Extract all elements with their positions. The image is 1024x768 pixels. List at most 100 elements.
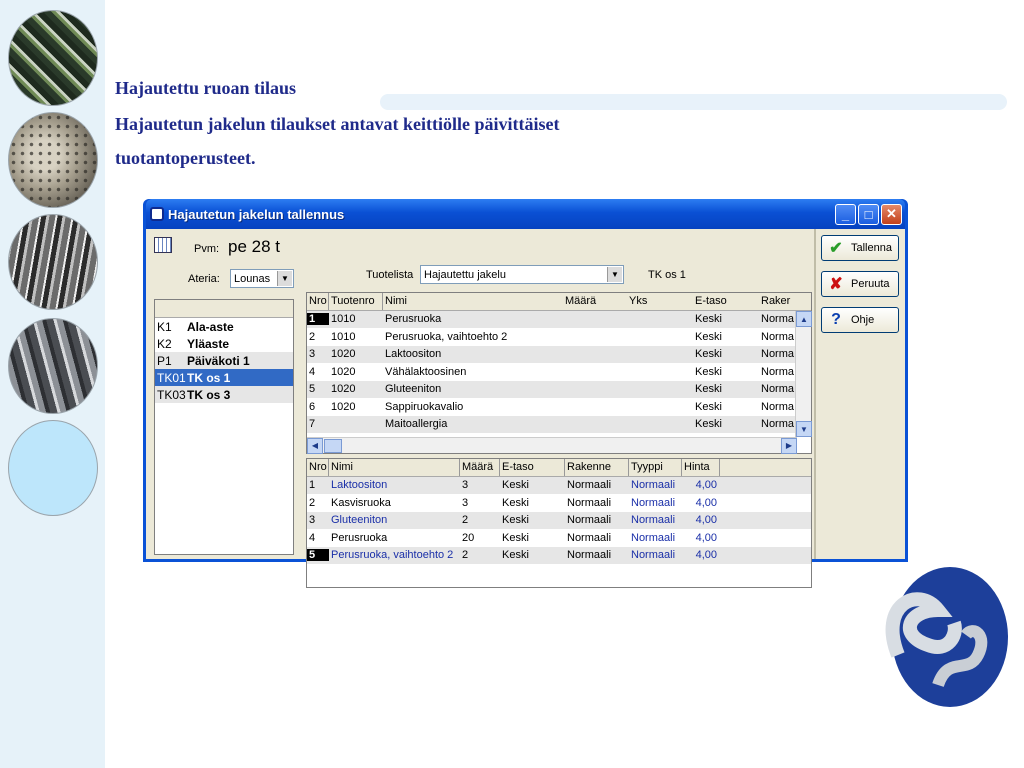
column-header[interactable]: Määrä bbox=[563, 293, 627, 310]
table-cell[interactable]: Perusruoka, vaihtoehto 2 bbox=[383, 331, 627, 343]
column-header[interactable]: E-taso bbox=[693, 293, 759, 310]
close-button[interactable]: ✕ bbox=[881, 203, 902, 225]
table-row[interactable]: 5 Perusruoka, vaihtoehto 2 2 Keski Normaali N… bbox=[307, 546, 811, 564]
scroll-up-icon[interactable]: ▲ bbox=[796, 311, 812, 327]
table-cell[interactable]: Norma bbox=[759, 366, 795, 378]
column-header[interactable]: Yks bbox=[627, 293, 693, 310]
table-cell[interactable]: 1020 bbox=[329, 401, 383, 413]
table-cell[interactable]: 3 bbox=[460, 497, 500, 509]
table-cell[interactable]: 4,00 bbox=[682, 479, 720, 491]
table-cell[interactable]: Norma bbox=[759, 348, 795, 360]
table-cell[interactable]: 2 bbox=[460, 549, 500, 561]
table-cell[interactable]: 7 bbox=[307, 418, 329, 430]
table-cell[interactable]: Keski bbox=[500, 497, 565, 509]
save-button[interactable]: ✔ Tallenna bbox=[821, 235, 899, 261]
table-cell[interactable]: Normaali bbox=[629, 497, 682, 509]
table-cell[interactable]: Keski bbox=[693, 418, 759, 430]
table-cell[interactable]: Normaali bbox=[565, 532, 629, 544]
table-cell[interactable]: Keski bbox=[693, 331, 759, 343]
scroll-track[interactable] bbox=[796, 327, 811, 421]
table-cell[interactable]: 4 bbox=[307, 532, 329, 544]
table-cell[interactable]: 1010 bbox=[329, 331, 383, 343]
table-row[interactable]: 4 1020 Vähälaktoosinen Keski Norma bbox=[307, 363, 811, 381]
table-cell[interactable]: Keski bbox=[693, 313, 759, 325]
list-item[interactable]: K2 Yläaste bbox=[155, 335, 293, 352]
vertical-scrollbar[interactable]: ▲ ▼ bbox=[795, 311, 812, 437]
table-row[interactable]: 7 Maitoallergia Keski Norma bbox=[307, 415, 811, 433]
table-cell[interactable]: 2 bbox=[307, 331, 329, 343]
table-cell[interactable]: Vähälaktoosinen bbox=[383, 366, 627, 378]
table-cell[interactable]: Keski bbox=[500, 514, 565, 526]
table-cell[interactable]: Normaali bbox=[565, 497, 629, 509]
table-cell[interactable]: Normaali bbox=[629, 479, 682, 491]
table-cell[interactable]: Normaali bbox=[629, 514, 682, 526]
table-cell[interactable]: 1020 bbox=[329, 366, 383, 378]
table-cell[interactable]: Keski bbox=[500, 532, 565, 544]
minimize-button[interactable]: _ bbox=[835, 203, 856, 225]
table-cell[interactable]: 4,00 bbox=[682, 532, 720, 544]
table-cell[interactable]: Maitoallergia bbox=[383, 418, 627, 430]
table-cell[interactable]: 1020 bbox=[329, 348, 383, 360]
chevron-down-icon[interactable]: ▼ bbox=[607, 267, 622, 282]
table-cell[interactable]: Sappiruokavalio bbox=[383, 401, 627, 413]
table-row[interactable]: 6 1020 Sappiruokavalio Keski Norma bbox=[307, 398, 811, 416]
table-cell[interactable]: Norma bbox=[759, 313, 795, 325]
table-cell[interactable]: 2 bbox=[460, 514, 500, 526]
table-cell[interactable]: 2 bbox=[307, 497, 329, 509]
table-cell[interactable]: Norma bbox=[759, 383, 795, 395]
table-cell[interactable]: Perusruoka bbox=[383, 313, 627, 325]
table-cell[interactable]: Normaali bbox=[565, 514, 629, 526]
table-cell[interactable]: 4 bbox=[307, 366, 329, 378]
pvm-value[interactable]: pe 28 t bbox=[228, 237, 280, 257]
column-header[interactable]: Tuotenro bbox=[329, 293, 383, 310]
column-header[interactable]: Nimi bbox=[383, 293, 563, 310]
table-cell[interactable]: Keski bbox=[500, 479, 565, 491]
list-item[interactable]: TK03 TK os 3 bbox=[155, 386, 293, 403]
column-header[interactable]: Nro bbox=[307, 293, 329, 310]
table-cell[interactable]: Normaali bbox=[629, 549, 682, 561]
table-cell[interactable]: Gluteeniton bbox=[329, 514, 460, 526]
table-row[interactable]: 2 Kasvisruoka 3 Keski Normaali Normaali 4,00 bbox=[307, 494, 811, 512]
list-item[interactable]: P1 Päiväkoti 1 bbox=[155, 352, 293, 369]
table-row[interactable]: 3 Gluteeniton 2 Keski Normaali Normaali 4,00 bbox=[307, 511, 811, 529]
scroll-down-icon[interactable]: ▼ bbox=[796, 421, 812, 437]
table-cell[interactable]: Keski bbox=[693, 348, 759, 360]
table-row[interactable]: 2 1010 Perusruoka, vaihtoehto 2 Keski Norma bbox=[307, 328, 811, 346]
product-grid[interactable]: Nro Tuotenro Nimi Määrä Yks E-taso Raker… bbox=[306, 292, 812, 454]
table-cell[interactable]: 3 bbox=[307, 514, 329, 526]
table-row[interactable]: 4 Perusruoka 20 Keski Normaali Normaali 4,00 bbox=[307, 529, 811, 547]
table-cell[interactable]: 5 bbox=[307, 383, 329, 395]
table-cell[interactable]: Gluteeniton bbox=[383, 383, 627, 395]
column-header[interactable]: Nimi bbox=[329, 459, 460, 476]
table-cell[interactable]: 3 bbox=[307, 348, 329, 360]
list-item[interactable]: K1 Ala-aste bbox=[155, 318, 293, 335]
maximize-button[interactable]: □ bbox=[858, 203, 879, 225]
list-item-selected[interactable]: TK01 TK os 1 bbox=[155, 369, 293, 386]
site-list[interactable]: K1 Ala-aste K2 Yläaste P1 Päiväkoti 1 TK… bbox=[154, 299, 294, 555]
table-cell[interactable]: 4,00 bbox=[682, 497, 720, 509]
column-header[interactable]: Tyyppi bbox=[629, 459, 682, 476]
table-cell[interactable]: Keski bbox=[693, 401, 759, 413]
column-header[interactable]: Raker bbox=[759, 293, 795, 310]
table-row[interactable]: 1 1010 Perusruoka Keski Norma bbox=[307, 310, 811, 328]
column-header[interactable]: E-taso bbox=[500, 459, 565, 476]
table-cell[interactable]: Laktoositon bbox=[383, 348, 627, 360]
table-cell[interactable]: 1 bbox=[307, 479, 329, 491]
table-cell[interactable]: Norma bbox=[759, 401, 795, 413]
horizontal-scrollbar[interactable]: ◀ ▶ bbox=[307, 437, 797, 454]
table-cell[interactable]: Normaali bbox=[565, 479, 629, 491]
table-row[interactable]: 5 1020 Gluteeniton Keski Norma bbox=[307, 380, 811, 398]
help-button[interactable]: ? Ohje bbox=[821, 307, 899, 333]
table-cell[interactable]: Keski bbox=[693, 383, 759, 395]
table-cell[interactable]: 3 bbox=[460, 479, 500, 491]
table-cell[interactable]: Keski bbox=[693, 366, 759, 378]
column-header[interactable]: Hinta bbox=[682, 459, 720, 476]
table-cell[interactable]: 1010 bbox=[329, 313, 383, 325]
table-cell[interactable]: 5 bbox=[307, 549, 329, 562]
calendar-icon[interactable] bbox=[154, 237, 172, 253]
table-cell[interactable]: Perusruoka, vaihtoehto 2 bbox=[329, 549, 460, 561]
table-cell[interactable]: Perusruoka bbox=[329, 532, 460, 544]
scroll-left-icon[interactable]: ◀ bbox=[307, 437, 323, 454]
cancel-button[interactable]: ✘ Peruuta bbox=[821, 271, 899, 297]
table-cell[interactable]: 4,00 bbox=[682, 514, 720, 526]
